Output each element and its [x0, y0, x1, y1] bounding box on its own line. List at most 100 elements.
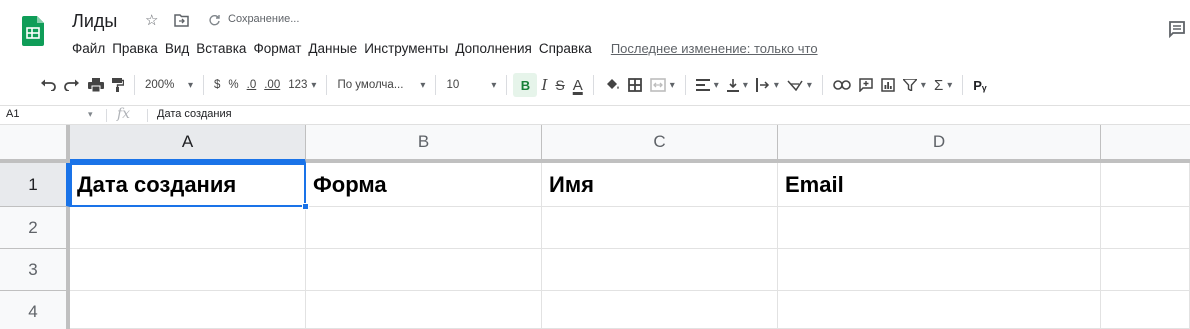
toolbar-divider	[962, 75, 964, 95]
menu-insert[interactable]: Вставка	[196, 40, 246, 58]
save-status: Сохранение...	[228, 13, 300, 25]
text-color-label: A	[572, 76, 583, 94]
horizontal-align-button[interactable]	[692, 73, 723, 97]
column-header-b[interactable]: B	[306, 125, 542, 163]
menu-file[interactable]: Файл	[72, 40, 105, 58]
menu-view[interactable]: Вид	[165, 40, 189, 58]
toolbar-divider	[326, 75, 328, 95]
font-family-value: По умолча...	[337, 79, 404, 91]
cell-a2[interactable]	[70, 207, 306, 249]
menu-tools[interactable]: Инструменты	[364, 40, 448, 58]
strikethrough-button[interactable]: S	[551, 73, 568, 97]
menu-help[interactable]: Справка	[539, 40, 592, 58]
fill-color-button[interactable]	[600, 73, 624, 97]
undo-icon	[41, 79, 56, 91]
cell-b2[interactable]	[306, 207, 542, 249]
decrease-decimals-label: .0	[246, 79, 257, 91]
cell-b1[interactable]: Форма	[306, 163, 542, 207]
menu-data[interactable]: Данные	[308, 40, 357, 58]
toolbar: 200% $ % .0 .00 123 По умолча... 10 B I …	[0, 70, 1190, 100]
more-formats-button[interactable]: 123	[284, 73, 320, 97]
text-color-button[interactable]: A	[569, 73, 587, 97]
percent-format-button[interactable]: %	[224, 73, 242, 97]
cell-e4[interactable]	[1101, 291, 1190, 329]
print-button[interactable]	[84, 73, 108, 97]
insert-chart-button[interactable]	[877, 73, 899, 97]
input-tools-button[interactable]: Pᵧ	[969, 73, 990, 97]
paint-format-button[interactable]	[108, 73, 128, 97]
formula-input[interactable]: Дата создания	[157, 108, 232, 120]
name-box-dropdown-icon[interactable]: ▾	[88, 109, 93, 120]
add-comment-icon	[859, 78, 873, 92]
toolbar-divider	[506, 75, 508, 95]
cell-a1[interactable]: Дата создания	[70, 163, 306, 207]
move-to-folder-icon[interactable]	[174, 14, 189, 27]
filter-button[interactable]	[899, 73, 930, 97]
increase-decimals-label: .00	[264, 79, 281, 91]
cell-d3[interactable]	[778, 249, 1101, 291]
borders-button[interactable]	[624, 73, 646, 97]
decrease-decimals-button[interactable]: .0	[243, 73, 261, 97]
insert-link-button[interactable]	[829, 73, 855, 97]
text-rotation-icon	[787, 80, 803, 91]
text-rotation-button[interactable]	[783, 73, 816, 97]
menu-edit[interactable]: Правка	[112, 40, 158, 58]
column-header-e[interactable]	[1101, 125, 1190, 163]
cell-a3[interactable]	[70, 249, 306, 291]
vertical-align-button[interactable]	[723, 73, 752, 97]
fill-handle[interactable]	[302, 203, 309, 210]
cell-e3[interactable]	[1101, 249, 1190, 291]
font-family-select[interactable]: По умолча...	[333, 73, 429, 97]
functions-button[interactable]: Σ	[930, 73, 956, 97]
cell-c1[interactable]: Имя	[542, 163, 778, 207]
select-all-corner[interactable]	[0, 125, 70, 163]
fill-color-icon	[606, 79, 619, 89]
font-size-select[interactable]: 10	[442, 73, 500, 97]
toolbar-divider	[592, 75, 594, 95]
undo-button[interactable]	[36, 73, 60, 97]
cell-c4[interactable]	[542, 291, 778, 329]
vertical-align-icon	[726, 79, 739, 92]
row-header-3[interactable]: 3	[0, 249, 70, 291]
bold-button[interactable]: B	[513, 73, 538, 97]
font-size-value: 10	[446, 79, 460, 91]
star-icon[interactable]: ☆	[145, 12, 158, 30]
cell-d4[interactable]	[778, 291, 1101, 329]
cell-b4[interactable]	[306, 291, 542, 329]
cell-e2[interactable]	[1101, 207, 1190, 249]
text-wrapping-button[interactable]	[752, 73, 783, 97]
redo-button[interactable]	[60, 73, 84, 97]
paint-format-icon	[112, 78, 124, 92]
column-header-a[interactable]: A	[70, 125, 306, 163]
cell-c2[interactable]	[542, 207, 778, 249]
column-header-c[interactable]: C	[542, 125, 778, 163]
merge-cells-button[interactable]	[646, 73, 679, 97]
formula-bar: A1 ▾ fx Дата создания	[0, 105, 1190, 125]
column-header-d[interactable]: D	[778, 125, 1101, 163]
cell-d1[interactable]: Email	[778, 163, 1101, 207]
italic-button[interactable]: I	[537, 73, 551, 97]
filter-icon	[902, 79, 917, 91]
toolbar-divider	[435, 75, 437, 95]
increase-decimals-button[interactable]: .00	[260, 73, 284, 97]
menu-bar: Файл Правка Вид Вставка Формат Данные Ин…	[72, 40, 818, 58]
sheets-logo-icon[interactable]	[22, 16, 44, 46]
zoom-select[interactable]: 200%	[141, 73, 197, 97]
cell-d2[interactable]	[778, 207, 1101, 249]
currency-format-button[interactable]: $	[210, 73, 224, 97]
cell-b3[interactable]	[306, 249, 542, 291]
last-edit-link[interactable]: Последнее изменение: только что	[611, 40, 818, 58]
menu-addons[interactable]: Дополнения	[455, 40, 531, 58]
cell-e1[interactable]	[1101, 163, 1190, 207]
name-box[interactable]: A1	[6, 108, 19, 120]
comments-icon[interactable]	[1168, 20, 1186, 38]
row-header-4[interactable]: 4	[0, 291, 70, 329]
row-header-2[interactable]: 2	[0, 207, 70, 249]
insert-comment-button[interactable]	[855, 73, 877, 97]
cell-c3[interactable]	[542, 249, 778, 291]
row-header-1[interactable]: 1	[0, 163, 70, 207]
cell-a4[interactable]	[70, 291, 306, 329]
align-left-icon	[695, 79, 710, 91]
menu-format[interactable]: Формат	[253, 40, 301, 58]
document-title[interactable]: Лиды	[72, 11, 117, 32]
